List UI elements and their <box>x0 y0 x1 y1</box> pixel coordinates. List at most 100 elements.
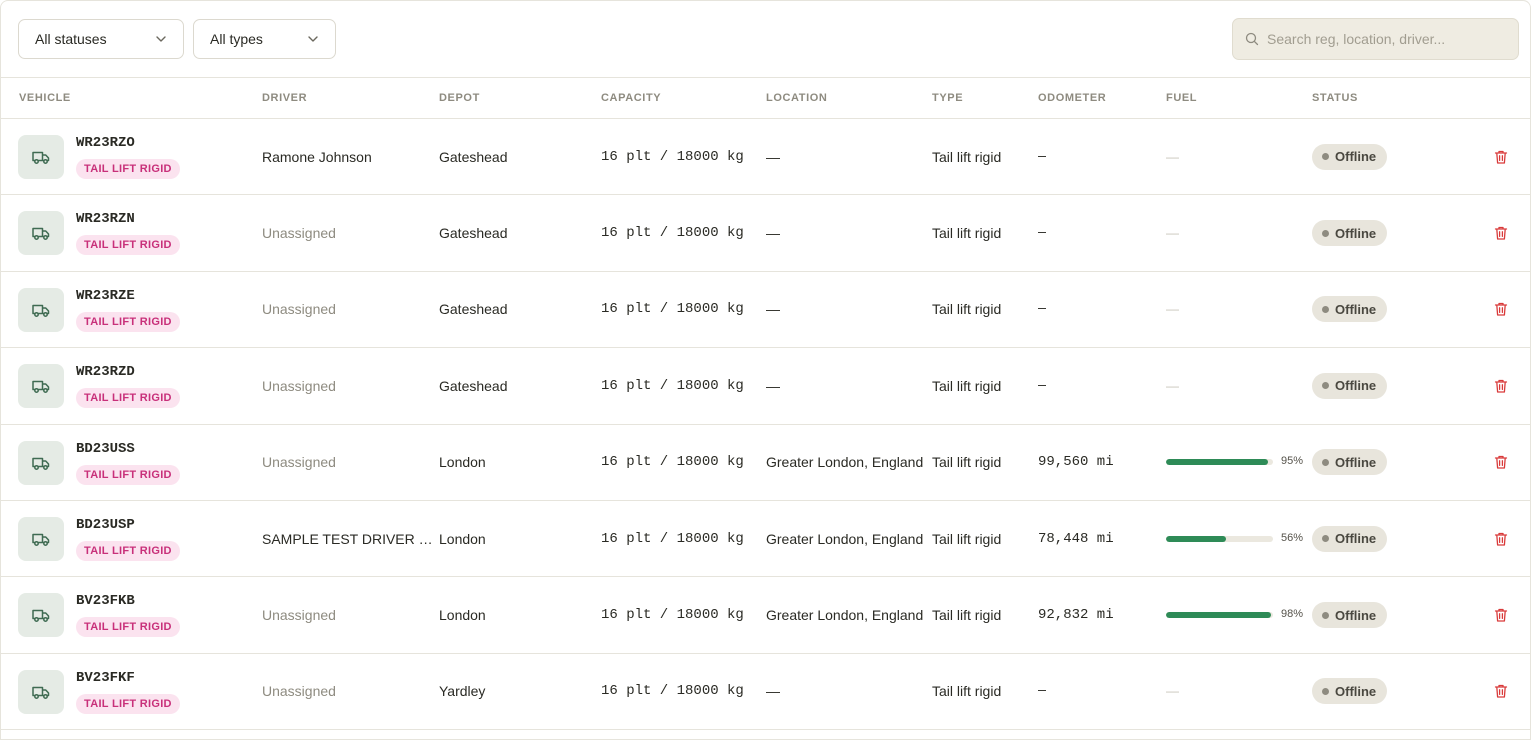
odometer-cell: — <box>1038 148 1047 165</box>
odometer-cell: — <box>1038 301 1047 318</box>
column-header-odometer[interactable]: ODOMETER <box>1038 92 1106 104</box>
table-row[interactable]: BV23FKB TAIL LIFT RIGID Unassigned Londo… <box>1 577 1530 654</box>
fuel-gauge: 56% <box>1166 532 1306 546</box>
vehicle-avatar <box>18 287 64 332</box>
delete-icon[interactable] <box>1493 454 1509 470</box>
column-header-status[interactable]: STATUS <box>1312 92 1358 104</box>
column-header-capacity[interactable]: CAPACITY <box>601 92 661 104</box>
capacity-cell: 16 plt / 18000 kg <box>601 225 744 242</box>
location-cell: — <box>766 225 780 242</box>
location-cell: — <box>766 377 780 394</box>
status-badge: Offline <box>1312 220 1388 247</box>
vehicle-avatar <box>18 669 64 714</box>
delete-icon[interactable] <box>1493 683 1509 699</box>
depot-cell: Gateshead <box>439 301 508 318</box>
depot-cell: London <box>439 607 486 624</box>
type-cell: Tail lift rigid <box>932 377 1002 394</box>
fuel-percent: 56% <box>1281 531 1304 544</box>
truck-icon <box>32 533 50 546</box>
vehicle-type-badge: TAIL LIFT RIGID <box>76 388 180 409</box>
type-cell: Tail lift rigid <box>932 148 1002 165</box>
delete-icon[interactable] <box>1493 378 1509 394</box>
vehicle-type-badge: TAIL LIFT RIGID <box>76 540 180 561</box>
column-header-type[interactable]: TYPE <box>932 92 963 104</box>
status-badge: Offline <box>1312 525 1388 552</box>
driver-cell: Unassigned <box>262 683 336 700</box>
search-placeholder: Search reg, location, driver... <box>1267 31 1446 47</box>
driver-cell: Ramone Johnson <box>262 148 372 165</box>
delete-icon[interactable] <box>1493 531 1509 547</box>
truck-icon <box>32 304 50 317</box>
column-header-vehicle[interactable]: VEHICLE <box>19 92 71 104</box>
type-cell: Tail lift rigid <box>932 301 1002 318</box>
capacity-cell: 16 plt / 18000 kg <box>601 530 744 547</box>
truck-icon <box>32 457 50 470</box>
status-label: Offline <box>1335 531 1377 547</box>
table-row[interactable]: WR23RZE TAIL LIFT RIGID Unassigned Gates… <box>1 272 1530 349</box>
delete-icon[interactable] <box>1493 301 1509 317</box>
type-cell: Tail lift rigid <box>932 683 1002 700</box>
capacity-cell: 16 plt / 18000 kg <box>601 301 744 318</box>
vehicle-type-badge: TAIL LIFT RIGID <box>76 617 180 638</box>
status-dot <box>1322 229 1329 237</box>
delete-icon[interactable] <box>1493 149 1509 165</box>
fuel-fill <box>1166 612 1271 619</box>
status-badge: Offline <box>1312 143 1388 170</box>
status-label: Offline <box>1335 225 1377 241</box>
truck-icon <box>32 151 50 164</box>
vehicle-type-badge: TAIL LIFT RIGID <box>76 235 180 256</box>
capacity-cell: 16 plt / 18000 kg <box>601 607 744 624</box>
status-filter-value: All statuses <box>35 31 107 47</box>
vehicle-reg: WR23RZE <box>76 287 135 304</box>
capacity-cell: 16 plt / 18000 kg <box>601 683 744 700</box>
type-cell: Tail lift rigid <box>932 530 1002 547</box>
column-header-driver[interactable]: DRIVER <box>262 92 307 104</box>
table-row[interactable]: BD23USP TAIL LIFT RIGID SAMPLE TEST DRIV… <box>1 501 1530 578</box>
driver-cell: Unassigned <box>262 377 336 394</box>
truck-icon <box>32 686 50 699</box>
vehicle-reg: BV23FKF <box>76 669 135 686</box>
search-icon <box>1245 32 1259 46</box>
vehicle-avatar <box>18 364 64 409</box>
table-row[interactable]: WR23RZO TAIL LIFT RIGID Ramone Johnson G… <box>1 119 1530 196</box>
status-dot <box>1322 382 1329 390</box>
status-label: Offline <box>1335 149 1377 165</box>
status-badge: Offline <box>1312 678 1388 705</box>
chevron-down-icon <box>308 36 318 42</box>
column-header-fuel[interactable]: FUEL <box>1166 92 1197 104</box>
driver-cell: Unassigned <box>262 225 336 242</box>
chevron-down-icon <box>156 36 166 42</box>
depot-cell: London <box>439 530 486 547</box>
delete-icon[interactable] <box>1493 607 1509 623</box>
type-filter-select[interactable]: All types <box>193 19 336 59</box>
status-filter-select[interactable]: All statuses <box>18 19 184 59</box>
delete-icon[interactable] <box>1493 225 1509 241</box>
status-label: Offline <box>1335 607 1377 623</box>
location-cell: Greater London, England <box>766 454 924 471</box>
status-badge: Offline <box>1312 602 1388 629</box>
vehicle-reg: BV23FKB <box>76 593 135 610</box>
column-header-location[interactable]: LOCATION <box>766 92 827 104</box>
fuel-percent: 95% <box>1281 455 1304 468</box>
column-header-depot[interactable]: DEPOT <box>439 92 480 104</box>
driver-cell: Unassigned <box>262 301 336 318</box>
vehicle-reg: BD23USP <box>76 516 135 533</box>
fuel-fill <box>1166 459 1268 466</box>
vehicle-avatar <box>18 516 64 561</box>
table-row[interactable]: BD23USS TAIL LIFT RIGID Unassigned Londo… <box>1 425 1530 501</box>
type-cell: Tail lift rigid <box>932 454 1002 471</box>
odometer-cell: 92,832 mi <box>1038 607 1114 624</box>
status-badge: Offline <box>1312 296 1388 323</box>
capacity-cell: 16 plt / 18000 kg <box>601 454 744 471</box>
vehicle-avatar <box>18 440 64 485</box>
status-label: Offline <box>1335 683 1377 699</box>
odometer-cell: — <box>1038 683 1047 700</box>
fuel-empty: — <box>1166 225 1179 241</box>
search-input[interactable]: Search reg, location, driver... <box>1232 18 1519 60</box>
fuel-track <box>1166 535 1273 542</box>
table-row[interactable]: BV23FKF TAIL LIFT RIGID Unassigned Yardl… <box>1 654 1530 731</box>
location-cell: Greater London, England <box>766 607 924 624</box>
fuel-empty: — <box>1166 378 1179 394</box>
table-row[interactable]: WR23RZN TAIL LIFT RIGID Unassigned Gates… <box>1 195 1530 272</box>
table-row[interactable]: WR23RZD TAIL LIFT RIGID Unassigned Gates… <box>1 348 1530 425</box>
